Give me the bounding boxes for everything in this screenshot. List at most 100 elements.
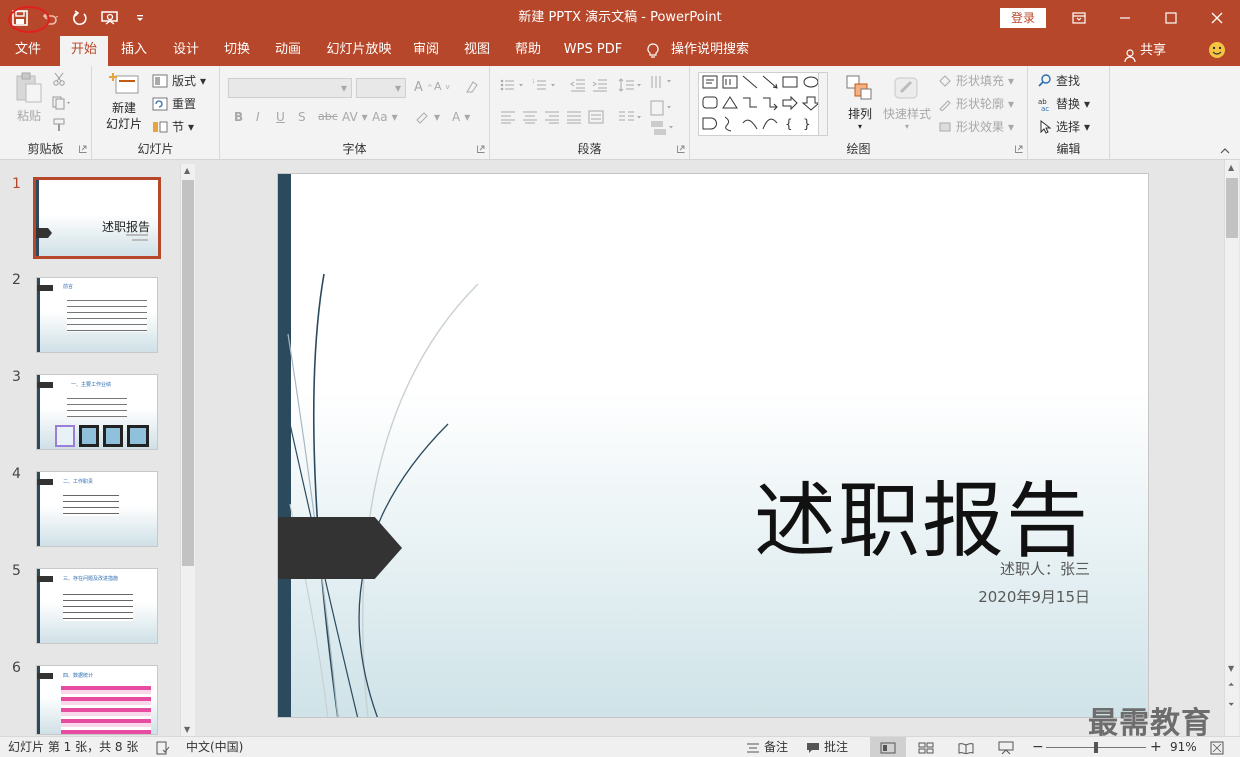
share-button[interactable]: 共享 <box>1124 36 1174 66</box>
lightbulb-icon[interactable] <box>645 36 661 66</box>
tab-file[interactable]: 文件 <box>6 36 50 66</box>
tab-design[interactable]: 设计 <box>166 36 206 66</box>
align-right-icon[interactable] <box>544 110 560 124</box>
slide-canvas[interactable]: 述职报告 述职人：张三 2020年9月15日 <box>277 173 1149 718</box>
slide-thumbnail-4[interactable]: 二、工作职责 <box>36 471 158 547</box>
tab-view[interactable]: 视图 <box>457 36 497 66</box>
tab-insert[interactable]: 插入 <box>114 36 154 66</box>
section-button[interactable]: 节 ▾ <box>152 118 194 135</box>
reset-button[interactable]: 重置 <box>152 95 196 112</box>
notes-button[interactable]: 备注 <box>746 737 788 757</box>
dialog-launcher-icon[interactable] <box>79 142 87 156</box>
tab-animations[interactable]: 动画 <box>268 36 308 66</box>
change-case-button[interactable]: Aa ▾ <box>372 110 398 124</box>
clear-formatting-icon[interactable] <box>464 80 480 94</box>
bullets-icon[interactable] <box>500 78 526 92</box>
close-icon[interactable] <box>1194 0 1240 36</box>
tab-review[interactable]: 审阅 <box>406 36 446 66</box>
zoom-out-button[interactable]: − <box>1032 737 1044 757</box>
cut-icon[interactable] <box>52 72 66 86</box>
font-size-select[interactable]: ▾ <box>356 78 406 98</box>
maximize-icon[interactable] <box>1148 0 1194 36</box>
thumbnail-scroll-thumb[interactable] <box>182 180 194 566</box>
font-color-button[interactable]: A ▾ <box>452 110 470 124</box>
tab-home[interactable]: 开始 <box>60 36 108 66</box>
italic-button[interactable]: I <box>256 110 260 124</box>
shadow-button[interactable]: S <box>298 110 306 124</box>
slide-scroll-thumb[interactable] <box>1226 178 1238 238</box>
smartart-icon[interactable] <box>650 120 674 136</box>
grow-font-icon[interactable]: A ^ <box>414 80 433 95</box>
tab-transitions[interactable]: 切换 <box>217 36 257 66</box>
text-direction-icon[interactable] <box>650 74 674 90</box>
strikethrough-button[interactable]: abc <box>318 110 338 123</box>
spellcheck-icon[interactable] <box>156 737 170 757</box>
login-button[interactable]: 登录 <box>1000 8 1046 28</box>
slide-thumbnail-5[interactable]: 三、存在问题及改进措施 <box>36 568 158 644</box>
numbering-icon[interactable]: 1 <box>532 78 558 92</box>
minimize-icon[interactable] <box>1102 0 1148 36</box>
slide-presenter[interactable]: 述职人：张三 <box>1000 558 1090 579</box>
zoom-slider-thumb[interactable] <box>1094 742 1098 753</box>
shrink-font-icon[interactable]: Av <box>434 80 450 93</box>
comments-button[interactable]: 批注 <box>806 737 848 757</box>
tell-me-search[interactable]: 操作说明搜索 <box>670 36 750 66</box>
format-painter-icon[interactable] <box>52 118 68 132</box>
slide-title[interactable]: 述职报告 <box>754 454 1090 573</box>
shapes-gallery-scroll[interactable] <box>818 72 828 136</box>
slide-scrollbar[interactable]: ▲ ▼ ⏶ ⏷ <box>1224 160 1239 736</box>
ribbon-display-icon[interactable] <box>1056 0 1102 36</box>
underline-button[interactable]: U <box>276 110 285 124</box>
line-spacing-icon[interactable] <box>618 78 644 92</box>
copy-icon[interactable] <box>52 96 72 110</box>
highlight-icon[interactable]: ▾ <box>414 110 440 124</box>
slide-sorter-button[interactable] <box>918 737 934 757</box>
shape-effects-button[interactable]: 形状效果 ▾ <box>938 118 1014 135</box>
zoom-level[interactable]: 91% <box>1170 737 1197 757</box>
replace-button[interactable]: ab ac 替换 ▾ <box>1038 95 1090 112</box>
find-button[interactable]: 查找 <box>1038 72 1080 89</box>
increase-indent-icon[interactable] <box>592 78 608 92</box>
font-name-select[interactable]: ▾ <box>228 78 352 98</box>
bold-button[interactable]: B <box>234 110 243 124</box>
tab-help[interactable]: 帮助 <box>508 36 548 66</box>
fit-to-window-button[interactable] <box>1210 737 1224 757</box>
shapes-gallery[interactable]: {} <box>698 72 826 136</box>
align-center-icon[interactable] <box>522 110 538 124</box>
align-left-icon[interactable] <box>500 110 516 124</box>
layout-button[interactable]: 版式 ▾ <box>152 72 206 89</box>
zoom-slider[interactable] <box>1046 742 1146 753</box>
slide-thumbnail-2[interactable]: 前言 <box>36 277 158 353</box>
previous-slide-icon[interactable]: ⏶ <box>1228 680 1234 690</box>
select-button[interactable]: 选择 ▾ <box>1038 118 1090 135</box>
char-spacing-button[interactable]: AV ▾ <box>342 110 368 124</box>
zoom-in-button[interactable]: + <box>1150 737 1162 757</box>
next-slide-icon[interactable]: ⏷ <box>1228 700 1234 710</box>
dialog-launcher-icon[interactable] <box>1015 142 1023 156</box>
align-text-icon[interactable] <box>650 100 674 116</box>
slideshow-button[interactable] <box>998 737 1014 757</box>
normal-view-button[interactable] <box>870 737 906 757</box>
quick-styles-button[interactable]: 快速样式 ▾ <box>880 74 934 131</box>
tab-wps-pdf[interactable]: WPS PDF <box>558 36 628 66</box>
dialog-launcher-icon[interactable] <box>677 142 685 156</box>
smiley-feedback-icon[interactable] <box>1206 36 1228 66</box>
arrange-button[interactable]: 排列 ▾ <box>840 74 880 131</box>
new-slide-button[interactable]: 新建 幻灯片 <box>100 72 148 132</box>
thumbnail-scrollbar[interactable]: ▲ ▼ <box>180 164 195 736</box>
slide-thumbnail-3[interactable]: 一、主要工作业绩 <box>36 374 158 450</box>
tab-slideshow[interactable]: 幻灯片放映 <box>320 36 398 66</box>
shape-outline-button[interactable]: 形状轮廓 ▾ <box>938 95 1014 112</box>
shape-fill-button[interactable]: 形状填充 ▾ <box>938 72 1014 89</box>
slide-thumbnail-6[interactable]: 四、数据统计 <box>36 665 158 735</box>
columns-icon[interactable] <box>618 110 644 124</box>
collapse-ribbon-icon[interactable] <box>1220 143 1230 157</box>
slide-date[interactable]: 2020年9月15日 <box>978 586 1090 607</box>
dialog-launcher-icon[interactable] <box>477 142 485 156</box>
justify-icon[interactable] <box>566 110 582 124</box>
slide-thumbnail-1[interactable]: 述职报告 <box>33 177 161 259</box>
reading-view-button[interactable] <box>958 737 974 757</box>
language-status[interactable]: 中文(中国) <box>186 737 243 757</box>
distribute-icon[interactable] <box>588 110 604 124</box>
paste-button[interactable]: 粘贴 <box>12 72 46 132</box>
